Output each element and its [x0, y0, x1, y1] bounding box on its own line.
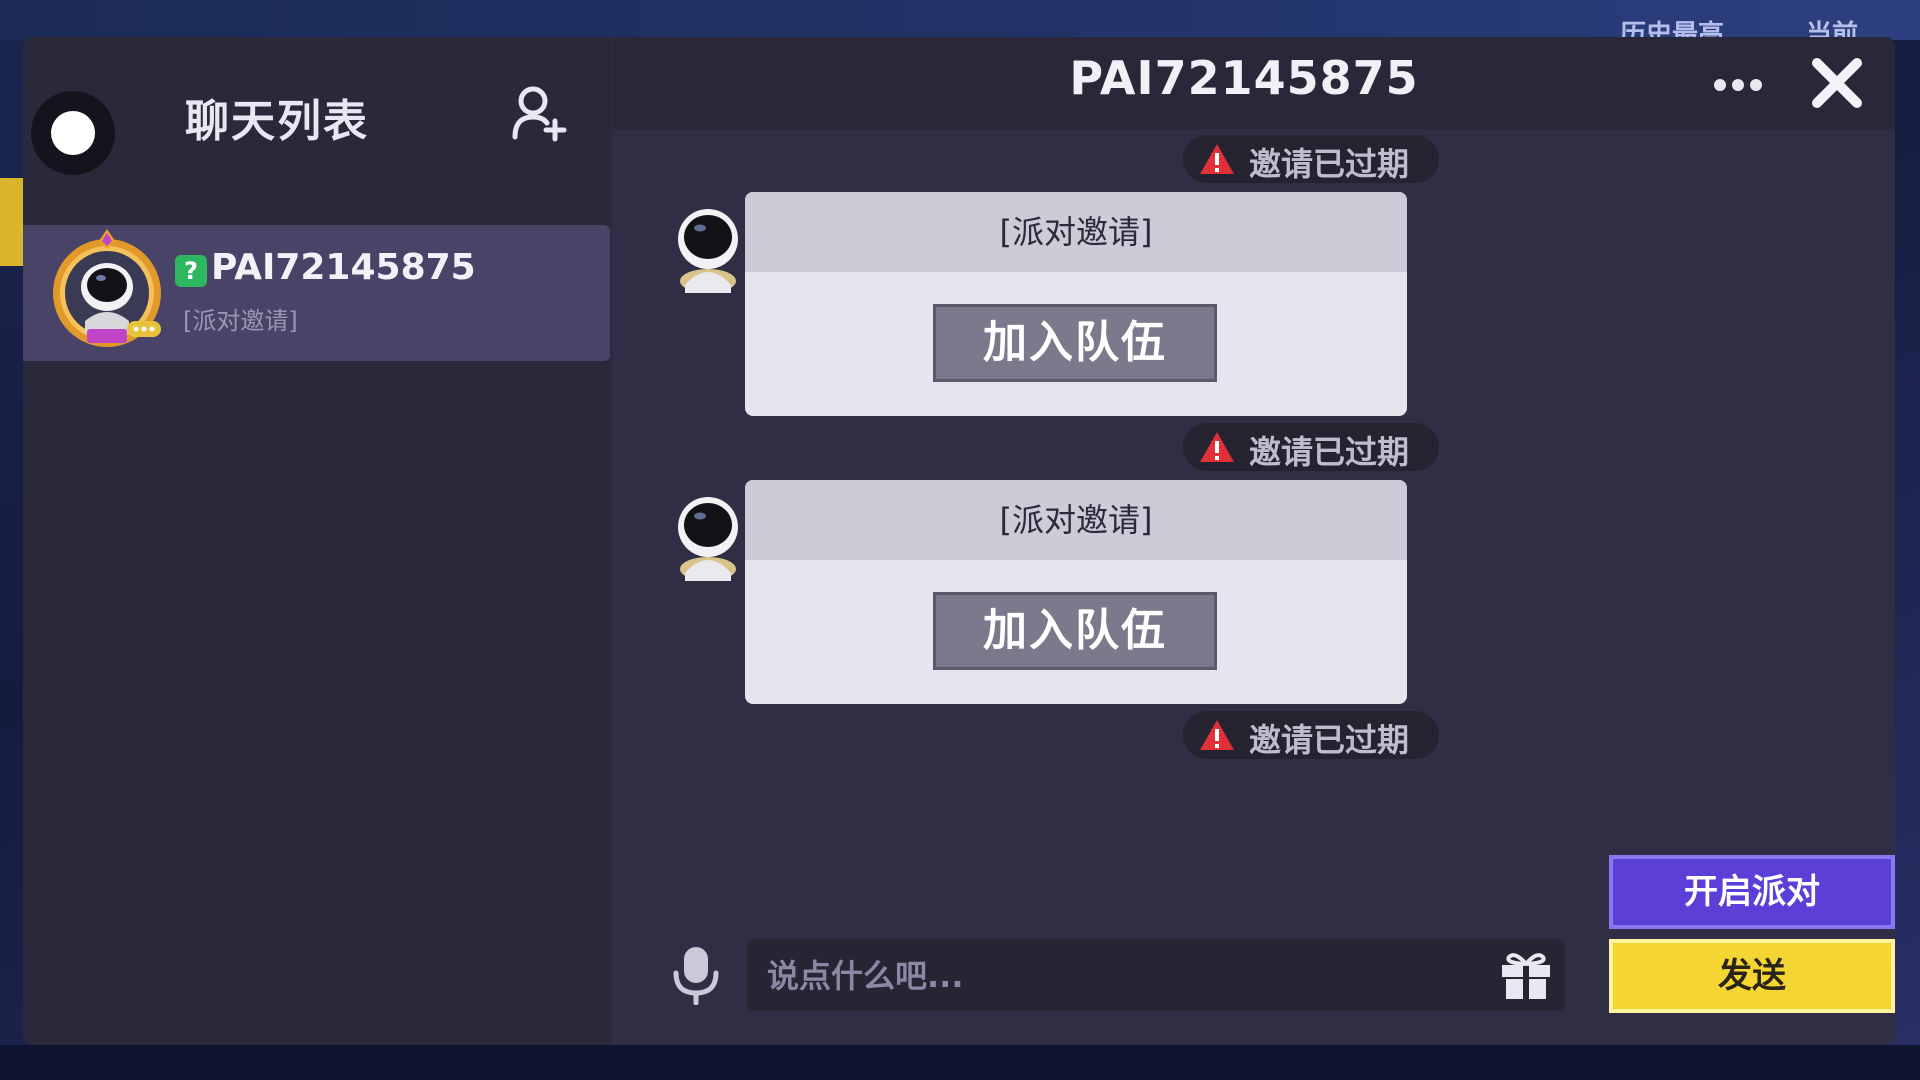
more-dot-icon — [1750, 79, 1762, 91]
message-input[interactable] — [765, 939, 1489, 1013]
chat-list-item[interactable]: ? PAI72145875 [派对邀请] — [23, 225, 610, 361]
chat-header: PAI72145875 — [613, 37, 1895, 129]
message-avatar — [671, 491, 745, 581]
background-bottom-bar — [0, 1045, 1920, 1080]
chat-item-name: PAI72145875 — [211, 247, 476, 288]
add-user-icon — [512, 86, 567, 142]
chat-list-sidebar: 聊天列表 ? PAI72145875 [派对邀请] — [23, 37, 611, 1045]
status-dot-icon — [51, 111, 95, 155]
more-dot-icon — [1714, 79, 1726, 91]
sidebar-header: 聊天列表 — [23, 37, 611, 187]
warning-icon — [1200, 144, 1234, 174]
add-friend-button[interactable] — [511, 83, 567, 143]
invite-header: [派对邀请] — [745, 480, 1407, 560]
party-invite-card: [派对邀请] 加入队伍 — [745, 480, 1407, 704]
start-party-button[interactable]: 开启派对 — [1609, 855, 1895, 929]
more-options-button[interactable] — [1711, 65, 1767, 105]
expired-text: 邀请已过期 — [1249, 721, 1410, 759]
gift-button[interactable] — [1499, 951, 1553, 1001]
message-avatar — [671, 203, 745, 293]
send-button[interactable]: 发送 — [1609, 939, 1895, 1013]
invite-header: [派对邀请] — [745, 192, 1407, 272]
invite-expired-notice: 邀请已过期 — [1183, 711, 1439, 759]
chat-item-preview: [派对邀请] — [183, 307, 298, 335]
chat-conversation: PAI72145875 邀请已过期 [派对邀请] 加入队伍 邀请已过期 [派对邀… — [613, 37, 1895, 1045]
avatar — [47, 225, 167, 361]
more-dot-icon — [1732, 79, 1744, 91]
close-button[interactable] — [1809, 55, 1865, 111]
sidebar-title: 聊天列表 — [185, 96, 369, 147]
gift-icon — [1502, 953, 1550, 999]
expired-text: 邀请已过期 — [1249, 433, 1410, 471]
status-toggle[interactable] — [31, 91, 115, 175]
close-icon — [1812, 58, 1862, 108]
expired-text: 邀请已过期 — [1249, 145, 1410, 183]
invite-expired-notice: 邀请已过期 — [1183, 135, 1439, 183]
online-badge: ? — [175, 255, 207, 287]
chat-panel: 聊天列表 ? PAI72145875 [派对邀请] PAI72145875 邀请… — [23, 37, 1895, 1045]
voice-button[interactable] — [671, 945, 721, 1006]
invite-expired-notice: 邀请已过期 — [1183, 423, 1439, 471]
background-side-tab — [0, 178, 24, 266]
warning-icon — [1200, 432, 1234, 462]
join-team-button[interactable]: 加入队伍 — [933, 304, 1217, 382]
join-team-button[interactable]: 加入队伍 — [933, 592, 1217, 670]
microphone-icon — [673, 947, 719, 1006]
warning-icon — [1200, 720, 1234, 750]
party-invite-card: [派对邀请] 加入队伍 — [745, 192, 1407, 416]
chat-title: PAI72145875 — [1069, 51, 1419, 105]
message-input-box — [747, 939, 1565, 1013]
